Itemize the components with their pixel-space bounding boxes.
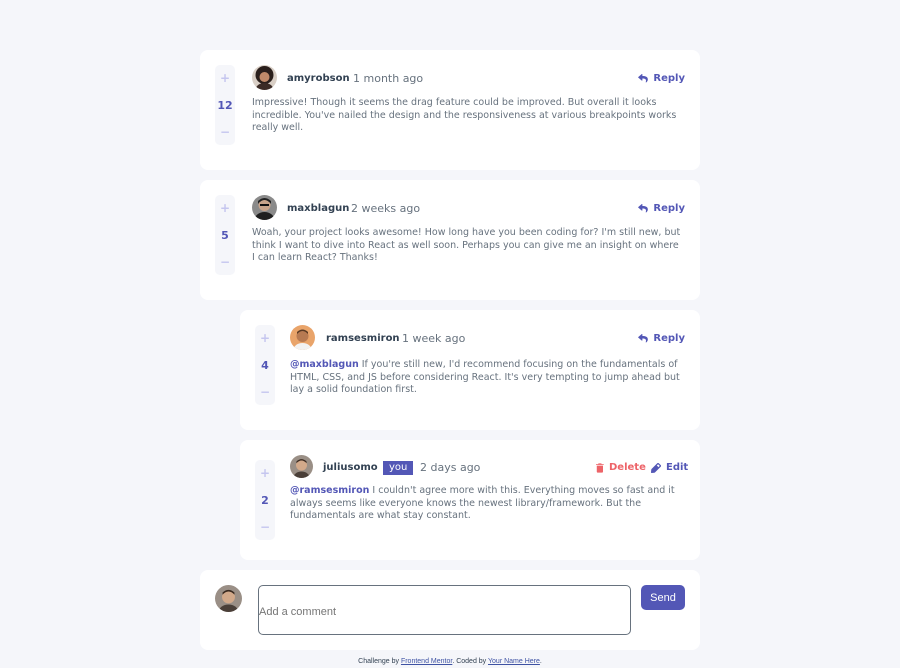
attribution-suffix: .: [539, 658, 542, 665]
downvote-button[interactable]: −: [260, 520, 270, 534]
reply-label: Reply: [653, 203, 685, 214]
comment-input[interactable]: [258, 585, 631, 635]
reply-button[interactable]: Reply: [638, 203, 685, 214]
pencil-icon: [651, 462, 661, 473]
delete-label: Delete: [609, 462, 646, 473]
current-user-avatar: [215, 585, 242, 612]
reply-button[interactable]: Reply: [638, 333, 685, 344]
score-control: + 4 −: [255, 325, 275, 405]
author-link[interactable]: Your Name Here: [488, 658, 540, 665]
mention-link[interactable]: @ramsesmiron: [290, 485, 369, 496]
reply-button[interactable]: Reply: [638, 73, 685, 84]
reply-icon: [638, 74, 649, 83]
avatar: [290, 455, 313, 478]
score-count: 2: [261, 493, 269, 507]
score-count: 5: [221, 228, 229, 242]
username[interactable]: juliusomo: [323, 462, 378, 473]
reply-label: Reply: [653, 333, 685, 344]
comment-date: 1 week ago: [402, 332, 466, 345]
username[interactable]: ramsesmiron: [326, 333, 400, 344]
upvote-button[interactable]: +: [260, 331, 270, 345]
upvote-button[interactable]: +: [260, 466, 270, 480]
reply-icon: [638, 334, 649, 343]
delete-button[interactable]: Delete: [596, 462, 646, 473]
avatar: [252, 195, 277, 220]
trash-icon: [596, 462, 604, 473]
downvote-button[interactable]: −: [260, 385, 270, 399]
reply-icon: [638, 204, 649, 213]
comment-card: + 12 − amyrobson 1 month ago Reply Impre…: [200, 50, 700, 170]
downvote-button[interactable]: −: [220, 255, 230, 269]
upvote-button[interactable]: +: [220, 201, 230, 215]
comment-card: + 5 − maxblagun 2 weeks ago Reply Woah, …: [200, 180, 700, 300]
avatar: [252, 65, 277, 90]
score-control: + 5 −: [215, 195, 235, 275]
username[interactable]: maxblagun: [287, 203, 349, 214]
comment-date: 1 month ago: [353, 72, 424, 85]
downvote-button[interactable]: −: [220, 125, 230, 139]
comment-text: @ramsesmiron I couldn't agree more with …: [290, 485, 680, 523]
attribution-middle: . Coded by: [452, 658, 489, 665]
reply-label: Reply: [653, 73, 685, 84]
comment-date: 2 days ago: [420, 461, 481, 474]
frontend-mentor-link[interactable]: Frontend Mentor: [401, 658, 452, 665]
attribution-prefix: Challenge by: [358, 658, 401, 665]
reply-card: + 4 − ramsesmiron 1 week ago Reply @maxb…: [240, 310, 700, 430]
send-button[interactable]: Send: [641, 585, 685, 610]
username[interactable]: amyrobson: [287, 73, 350, 84]
add-comment-card: Send: [200, 570, 700, 650]
comment-date: 2 weeks ago: [351, 202, 421, 215]
edit-label: Edit: [666, 462, 689, 473]
edit-button[interactable]: Edit: [651, 462, 688, 473]
upvote-button[interactable]: +: [220, 71, 230, 85]
comment-text: Impressive! Though it seems the drag fea…: [252, 97, 677, 133]
score-control: + 12 −: [215, 65, 235, 145]
attribution: Challenge by Frontend Mentor. Coded by Y…: [0, 658, 900, 665]
you-badge: you: [383, 461, 414, 475]
score-count: 12: [217, 98, 233, 112]
score-count: 4: [261, 358, 269, 372]
comment-text: Woah, your project looks awesome! How lo…: [252, 227, 681, 263]
reply-card: + 2 − juliusomo you 2 days ago Delete Ed…: [240, 440, 700, 560]
avatar: [290, 325, 315, 350]
mention-link[interactable]: @maxblagun: [290, 359, 359, 370]
comment-text: @maxblagun If you're still new, I'd reco…: [290, 359, 680, 397]
score-control: + 2 −: [255, 460, 275, 540]
